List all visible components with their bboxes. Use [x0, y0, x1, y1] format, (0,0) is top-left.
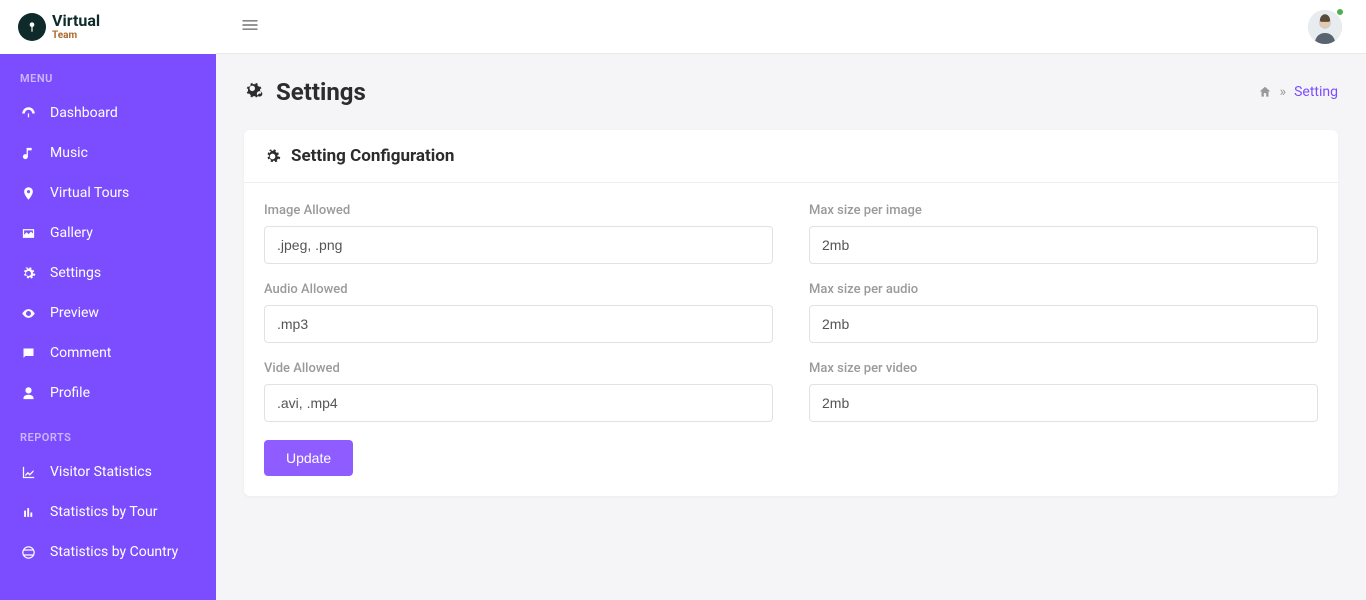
- logo[interactable]: Virtual Team: [0, 0, 216, 54]
- sidebar-item-statistics-by-tour[interactable]: Statistics by Tour: [0, 492, 216, 532]
- sidebar-section-reports-title: REPORTS: [0, 413, 216, 452]
- sidebar-item-profile[interactable]: Profile: [0, 373, 216, 413]
- image-icon: [20, 226, 36, 241]
- sidebar-item-comment[interactable]: Comment: [0, 333, 216, 373]
- audio-allowed-label: Audio Allowed: [264, 282, 773, 297]
- sidebar-item-label: Visitor Statistics: [50, 464, 152, 480]
- home-icon: [1258, 85, 1272, 99]
- settings-card: Setting Configuration Image Allowed Max …: [244, 130, 1338, 496]
- sidebar-item-gallery[interactable]: Gallery: [0, 213, 216, 253]
- logo-mark-icon: [18, 13, 46, 41]
- sidebar-item-dashboard[interactable]: Dashboard: [0, 93, 216, 133]
- breadcrumb-current: Setting: [1294, 84, 1338, 100]
- eye-icon: [20, 306, 36, 321]
- card-header: Setting Configuration: [244, 130, 1338, 183]
- content: Settings » Setting Setting Configuration: [216, 54, 1366, 600]
- page-title: Settings: [244, 78, 366, 106]
- comments-icon: [20, 346, 36, 361]
- sidebar-item-label: Statistics by Country: [50, 544, 178, 560]
- video-allowed-input[interactable]: [264, 384, 773, 422]
- sidebar-item-label: Dashboard: [50, 105, 118, 121]
- video-allowed-label: Vide Allowed: [264, 361, 773, 376]
- breadcrumb-separator: »: [1280, 84, 1287, 100]
- hamburger-icon: [240, 15, 260, 35]
- menu-toggle-button[interactable]: [240, 15, 260, 39]
- sidebar-item-settings[interactable]: Settings: [0, 253, 216, 293]
- card-title: Setting Configuration: [291, 146, 454, 166]
- main-area: Settings » Setting Setting Configuration: [216, 0, 1366, 600]
- sidebar-item-visitor-statistics[interactable]: Visitor Statistics: [0, 452, 216, 492]
- sidebar-item-label: Statistics by Tour: [50, 504, 157, 520]
- card-body: Image Allowed Max size per image Audio A…: [244, 183, 1338, 496]
- cogs-icon: [20, 266, 36, 281]
- globe-icon: [20, 545, 36, 560]
- max-video-input[interactable]: [809, 384, 1318, 422]
- sidebar-item-label: Settings: [50, 265, 101, 281]
- sidebar-item-label: Profile: [50, 385, 90, 401]
- sidebar-item-music[interactable]: Music: [0, 133, 216, 173]
- breadcrumb: » Setting: [1258, 84, 1338, 100]
- gear-icon: [264, 148, 281, 165]
- page-header: Settings » Setting: [244, 78, 1338, 106]
- map-marker-icon: [20, 186, 36, 201]
- breadcrumb-home[interactable]: [1258, 85, 1272, 99]
- user-menu[interactable]: [1308, 10, 1342, 44]
- max-image-input[interactable]: [809, 226, 1318, 264]
- topbar: [216, 0, 1366, 54]
- page-title-text: Settings: [276, 78, 366, 106]
- logo-text: Virtual: [52, 13, 100, 29]
- max-image-label: Max size per image: [809, 203, 1318, 218]
- chart-line-icon: [20, 465, 36, 480]
- update-button[interactable]: Update: [264, 440, 353, 476]
- user-icon: [20, 386, 36, 401]
- image-allowed-input[interactable]: [264, 226, 773, 264]
- sidebar-item-label: Gallery: [50, 225, 93, 241]
- cogs-icon: [244, 81, 266, 103]
- max-video-label: Max size per video: [809, 361, 1318, 376]
- max-audio-label: Max size per audio: [809, 282, 1318, 297]
- sidebar-item-label: Preview: [50, 305, 99, 321]
- chart-bar-icon: [20, 505, 36, 520]
- sidebar-section-menu-title: MENU: [0, 54, 216, 93]
- sidebar-item-virtual-tours[interactable]: Virtual Tours: [0, 173, 216, 213]
- sidebar-item-statistics-by-country[interactable]: Statistics by Country: [0, 532, 216, 572]
- sidebar-item-label: Comment: [50, 345, 111, 361]
- image-allowed-label: Image Allowed: [264, 203, 773, 218]
- audio-allowed-input[interactable]: [264, 305, 773, 343]
- dashboard-icon: [20, 106, 36, 121]
- sidebar-item-preview[interactable]: Preview: [0, 293, 216, 333]
- logo-subtext: Team: [52, 30, 100, 41]
- max-audio-input[interactable]: [809, 305, 1318, 343]
- status-dot-icon: [1336, 8, 1344, 16]
- music-icon: [20, 146, 36, 161]
- sidebar: Virtual Team MENU Dashboard Music Virtua…: [0, 0, 216, 600]
- sidebar-item-label: Virtual Tours: [50, 185, 129, 201]
- sidebar-item-label: Music: [50, 145, 88, 161]
